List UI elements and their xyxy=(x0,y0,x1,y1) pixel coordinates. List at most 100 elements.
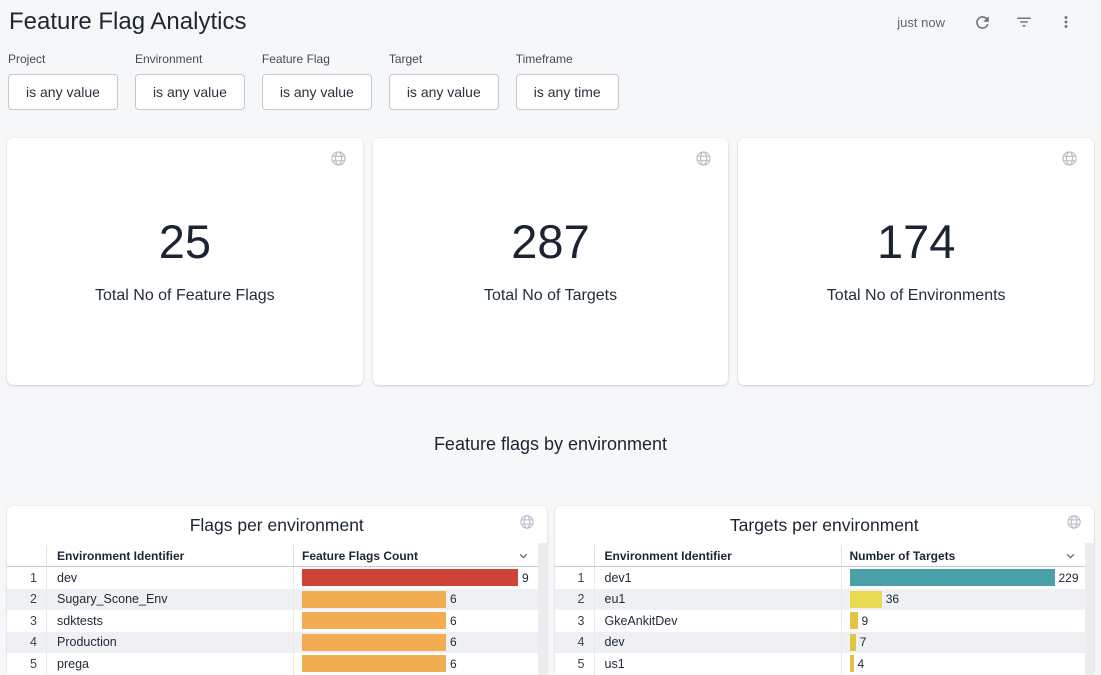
globe-icon[interactable] xyxy=(695,150,712,172)
row-index: 2 xyxy=(7,589,47,611)
row-index-column-header xyxy=(7,545,47,566)
table-scrollbar[interactable] xyxy=(1085,543,1094,675)
value-bar[interactable] xyxy=(850,655,854,672)
kpi-label: Total No of Environments xyxy=(827,287,1006,305)
environment-column-header: Environment Identifier xyxy=(595,545,842,566)
table-header-row: Environment Identifier Number of Targets xyxy=(555,545,1095,567)
row-index: 3 xyxy=(7,610,47,632)
value-label: 7 xyxy=(860,635,867,649)
filter-group-target: Target is any value xyxy=(389,52,499,110)
dashboard-filters-button[interactable] xyxy=(1009,7,1039,37)
globe-icon[interactable] xyxy=(1061,150,1078,172)
refresh-status: just now xyxy=(897,15,945,30)
kpi-tile-feature-flags: 25 Total No of Feature Flags xyxy=(7,138,363,385)
kpi-value: 287 xyxy=(511,218,589,265)
value-label: 9 xyxy=(862,614,869,628)
table-row: 4dev7 xyxy=(555,632,1095,654)
filter-label: Environment xyxy=(135,52,245,66)
table-body: 1dev92Sugary_Scone_Env63sdktests64Produc… xyxy=(7,567,547,675)
measure-column-header: Number of Targets xyxy=(842,545,1095,566)
environment-cell: Sugary_Scone_Env xyxy=(47,589,294,611)
kpi-tile-targets: 287 Total No of Targets xyxy=(373,138,729,385)
measure-cell: 36 xyxy=(842,589,1095,611)
row-index: 1 xyxy=(7,567,47,589)
table-row: 1dev9 xyxy=(7,567,547,589)
feature-flag-filter-button[interactable]: is any value xyxy=(262,74,372,110)
value-label: 6 xyxy=(450,657,457,671)
refresh-icon xyxy=(973,13,992,32)
tile-title: Targets per environment xyxy=(555,515,1095,536)
environment-cell: GkeAnkitDev xyxy=(595,610,842,632)
value-label: 6 xyxy=(450,614,457,628)
filter-icon xyxy=(1015,13,1033,31)
table-tiles-row: Flags per environment Environment Identi… xyxy=(0,506,1101,675)
measure-cell: 4 xyxy=(842,653,1095,675)
measure-cell: 229 xyxy=(842,567,1095,589)
value-bar[interactable] xyxy=(302,612,446,629)
filter-label: Timeframe xyxy=(516,52,619,66)
targets-per-environment-tile: Targets per environment Environment Iden… xyxy=(555,506,1095,675)
table-scrollbar[interactable] xyxy=(538,543,547,675)
environment-cell: dev xyxy=(595,632,842,654)
row-index: 4 xyxy=(7,632,47,654)
value-label: 9 xyxy=(522,571,529,585)
measure-cell: 9 xyxy=(294,567,547,589)
measure-cell: 6 xyxy=(294,589,547,611)
measure-column-label: Number of Targets xyxy=(850,549,956,563)
table-row: 4Production6 xyxy=(7,632,547,654)
kpi-value: 25 xyxy=(159,218,211,265)
value-bar[interactable] xyxy=(302,634,446,651)
measure-cell: 9 xyxy=(842,610,1095,632)
environment-cell: dev1 xyxy=(595,567,842,589)
timeframe-filter-button[interactable]: is any time xyxy=(516,74,619,110)
table-row: 5prega 6 xyxy=(7,653,547,675)
globe-icon[interactable] xyxy=(330,150,347,172)
row-index: 1 xyxy=(555,567,595,589)
row-index: 5 xyxy=(555,653,595,675)
row-index: 5 xyxy=(7,653,47,675)
value-bar[interactable] xyxy=(302,655,446,672)
filter-group-feature-flag: Feature Flag is any value xyxy=(262,52,372,110)
refresh-button[interactable] xyxy=(967,7,997,37)
flags-per-environment-tile: Flags per environment Environment Identi… xyxy=(7,506,547,675)
value-bar[interactable] xyxy=(302,591,446,608)
environment-cell: prega xyxy=(47,653,294,675)
value-label: 36 xyxy=(886,592,899,606)
filter-label: Feature Flag xyxy=(262,52,372,66)
measure-cell: 7 xyxy=(842,632,1095,654)
environment-cell: us1 xyxy=(595,653,842,675)
value-bar[interactable] xyxy=(302,569,518,586)
table-row: 3sdktests 6 xyxy=(7,610,547,632)
value-bar[interactable] xyxy=(850,612,858,629)
kpi-value: 174 xyxy=(877,218,955,265)
measure-cell: 6 xyxy=(294,653,547,675)
chevron-down-icon[interactable] xyxy=(1063,548,1078,563)
table-row: 3GkeAnkitDev 9 xyxy=(555,610,1095,632)
project-filter-button[interactable]: is any value xyxy=(8,74,118,110)
row-index: 3 xyxy=(555,610,595,632)
value-label: 6 xyxy=(450,635,457,649)
value-bar[interactable] xyxy=(850,634,856,651)
filter-label: Project xyxy=(8,52,118,66)
kpi-label: Total No of Targets xyxy=(484,287,617,305)
value-label: 229 xyxy=(1059,571,1079,585)
row-index: 2 xyxy=(555,589,595,611)
measure-column-label: Feature Flags Count xyxy=(302,549,418,563)
kpi-tile-environments: 174 Total No of Environments xyxy=(738,138,1094,385)
globe-icon[interactable] xyxy=(1066,514,1082,535)
environment-cell: eu1 xyxy=(595,589,842,611)
globe-icon[interactable] xyxy=(519,514,535,535)
value-bar[interactable] xyxy=(850,591,882,608)
environment-cell: sdktests xyxy=(47,610,294,632)
filter-group-timeframe: Timeframe is any time xyxy=(516,52,619,110)
value-bar[interactable] xyxy=(850,569,1055,586)
filter-group-environment: Environment is any value xyxy=(135,52,245,110)
dashboard-more-menu-button[interactable] xyxy=(1051,7,1081,37)
chevron-down-icon[interactable] xyxy=(516,548,531,563)
row-index-column-header xyxy=(555,545,595,566)
kpi-tiles-row: 25 Total No of Feature Flags 287 Total N… xyxy=(0,110,1101,385)
environment-filter-button[interactable]: is any value xyxy=(135,74,245,110)
target-filter-button[interactable]: is any value xyxy=(389,74,499,110)
value-label: 4 xyxy=(858,657,865,671)
table-header-row: Environment Identifier Feature Flags Cou… xyxy=(7,545,547,567)
